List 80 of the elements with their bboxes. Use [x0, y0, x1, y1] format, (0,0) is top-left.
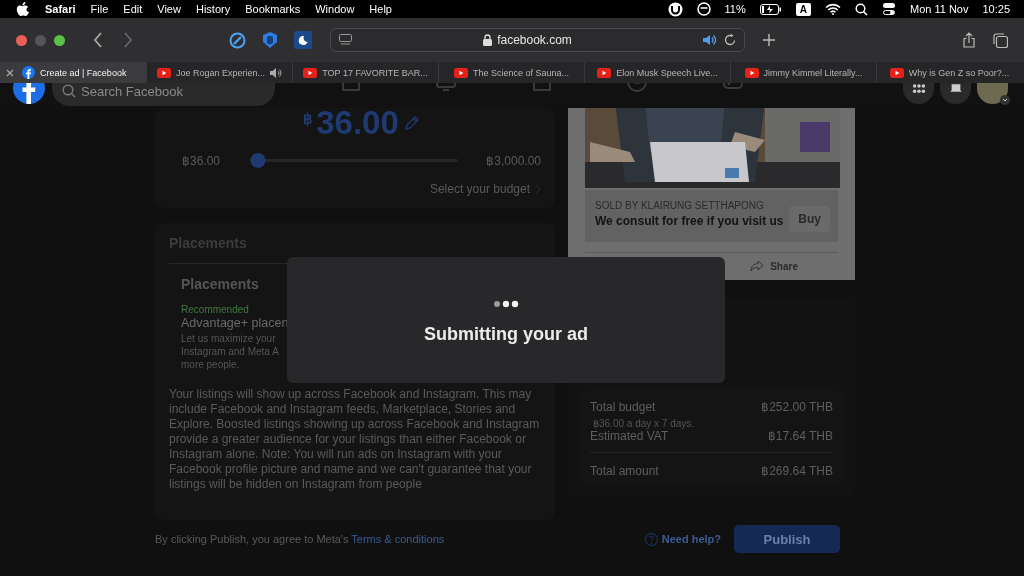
address-text: facebook.com [497, 33, 572, 47]
loading-message: Submitting your ad [424, 324, 588, 345]
summary-value: ฿17.64 THB [767, 429, 833, 443]
menubar-time: 10:25 [982, 3, 1010, 15]
search-icon [62, 84, 76, 98]
battery-percentage: 11% [724, 3, 746, 15]
play-logo-icon [156, 67, 171, 78]
tab-title: Jimmy Kimmel Literally... [763, 67, 863, 78]
lock-icon [483, 34, 493, 46]
publish-button[interactable]: Publish [734, 525, 840, 553]
play-logo-icon [303, 67, 318, 78]
search-field[interactable]: Search Facebook [52, 83, 275, 106]
menu-item[interactable]: Edit [123, 3, 143, 15]
tab-title: The Science of Sauna... [472, 67, 570, 78]
listing-note: Your listings will show up across Facebook and Instagram. This may include Facebook and Instagram feeds, Marketplace, Stories and Explore. Boosted listings showing up across Facebook and Instagram provide a greater audience for your listings than either Facebook or Instagram alone. Note: You will run ads on Instagram with your Facebook profile picture and name and we can't guarantee that your listings will be hidden on Instagram from people [169, 387, 541, 492]
menu-item[interactable]: Bookmarks [245, 3, 301, 15]
zoom-button[interactable] [54, 34, 65, 46]
agreement-text: By clicking Publish, you agree to Meta's Terms & conditions [155, 533, 445, 545]
menu-item[interactable]: History [195, 3, 231, 15]
menu-item[interactable]: Window [315, 3, 355, 15]
moon-icon[interactable] [294, 31, 312, 49]
option-description: Instagram and Meta A [181, 345, 279, 358]
tab-title: Create ad | Facebook [40, 67, 127, 78]
currency-symbol: ฿ [303, 110, 314, 128]
play-logo-icon [889, 67, 904, 78]
browser-tab[interactable]: Create ad | Facebook [0, 62, 146, 83]
share-arrow-icon [750, 260, 765, 272]
option-description: more people. [181, 358, 240, 371]
facebook-logo-icon[interactable] [13, 83, 45, 104]
grid-icon [911, 84, 926, 94]
play-logo-icon [744, 67, 759, 78]
reload-icon[interactable] [724, 34, 736, 46]
menu-button[interactable] [903, 83, 934, 104]
summary-label: Estimated VAT [590, 429, 669, 443]
input-source-indicator[interactable]: A [795, 2, 811, 16]
caret-icon [1000, 95, 1010, 105]
share-icon[interactable] [963, 32, 975, 48]
tab-title: Why is Gen Z so Poor?... [908, 67, 1010, 78]
wifi-icon[interactable] [824, 3, 841, 15]
budget-slider[interactable] [250, 153, 459, 168]
tab-title: Joe Rogan Experien... [175, 67, 266, 78]
reader-icon[interactable] [339, 34, 352, 46]
tabs-overview-icon[interactable] [993, 32, 1008, 48]
address-bar[interactable]: facebook.com [330, 28, 745, 52]
facebook-logo-icon [22, 66, 35, 79]
speaker-icon[interactable] [703, 34, 716, 46]
tab-title: Elon Musk Speech Live... [616, 67, 718, 78]
search-icon[interactable] [854, 2, 868, 16]
menu-item[interactable]: View [157, 3, 181, 15]
speaker-icon[interactable] [270, 67, 283, 78]
play-logo-icon [453, 67, 468, 78]
summary-value: ฿269.64 THB [761, 464, 833, 478]
ad-headline: We consult for free if you visit us [595, 213, 785, 229]
battery-charging-icon [759, 3, 782, 15]
subsection-heading: Placements [181, 276, 259, 292]
play-logo-icon [597, 67, 612, 78]
budget-amount: 36.00 [316, 108, 399, 141]
slider-thumb[interactable] [250, 153, 266, 168]
menubar-date: Mon 11 Nov [909, 3, 969, 15]
menu-item[interactable]: File [90, 3, 109, 15]
back-icon[interactable] [93, 32, 103, 48]
close-button[interactable] [16, 34, 27, 46]
close-icon[interactable] [6, 68, 14, 77]
maximum-budget: ฿3,000.00 [486, 153, 541, 168]
summary-label: Total amount [590, 464, 659, 478]
menu-item[interactable]: Help [369, 3, 392, 15]
summary-label: Total budget [590, 400, 656, 414]
notifications-button[interactable] [940, 83, 971, 104]
summary-value: ฿252.00 THB [761, 400, 833, 414]
plus-icon[interactable] [763, 34, 775, 46]
avatar-icon[interactable] [977, 83, 1008, 104]
help-icon [644, 532, 658, 546]
minimum-budget: ฿36.00 [182, 153, 221, 168]
recommended-label: Recommended [181, 304, 249, 315]
app-menu[interactable]: Safari [45, 3, 76, 15]
control-center-icon[interactable] [881, 2, 896, 16]
blocked-sign-icon[interactable] [229, 31, 246, 49]
tab-title: TOP 17 FAVORITE BAR... [322, 67, 428, 78]
apple-logo-icon[interactable] [16, 1, 29, 17]
loading-dots-icon [493, 300, 519, 308]
